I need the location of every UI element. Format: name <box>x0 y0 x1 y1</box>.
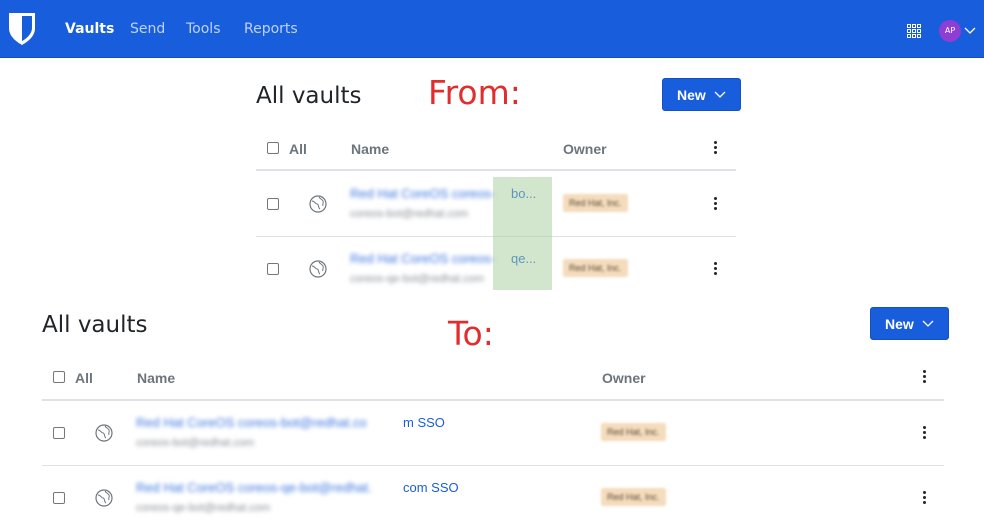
nav-tools[interactable]: Tools <box>186 21 221 37</box>
changed-text-highlight <box>493 177 552 290</box>
select-all-checkbox[interactable] <box>53 371 65 383</box>
column-header-owner: Owner <box>602 370 646 386</box>
header-divider <box>42 399 944 401</box>
item-name-blurred[interactable]: Red Hat CoreOS coreos- <box>350 186 495 201</box>
item-name-suffix[interactable]: m SSO <box>403 415 445 430</box>
column-header-name: Name <box>351 141 390 157</box>
chevron-down-icon[interactable] <box>964 27 976 35</box>
row-checkbox[interactable] <box>53 427 65 439</box>
page-title: All vaults <box>42 312 148 338</box>
item-subtitle: coreos-qe-bot@redhat.com <box>350 273 485 285</box>
user-avatar[interactable]: AP <box>939 20 961 42</box>
row-divider <box>42 465 944 466</box>
row-options-icon[interactable] <box>713 197 717 211</box>
top-navigation-bar: Vaults Send Tools Reports AP <box>0 0 984 58</box>
new-button[interactable]: New <box>870 307 949 340</box>
item-subtitle: coreos-qe-bot@redhat.com <box>136 502 271 514</box>
owner-badge: Red Hat, Inc. <box>601 488 666 506</box>
annotation-to: To: <box>448 314 494 353</box>
new-button[interactable]: New <box>662 78 741 111</box>
page-title: All vaults <box>256 83 362 109</box>
new-button-label: New <box>885 315 914 332</box>
row-options-icon[interactable] <box>922 491 926 505</box>
column-header-owner: Owner <box>563 141 607 157</box>
item-name-blurred[interactable]: Red Hat CoreOS coreos- <box>350 251 495 266</box>
column-options-icon[interactable] <box>922 370 926 384</box>
item-subtitle: coreos-bot@redhat.com <box>136 437 255 449</box>
column-header-name: Name <box>137 370 176 386</box>
item-subtitle: coreos-bot@redhat.com <box>350 208 469 220</box>
item-name-blurred[interactable]: Red Hat CoreOS coreos-bot@redhat.co <box>136 415 367 430</box>
row-checkbox[interactable] <box>53 492 65 504</box>
nav-vaults[interactable]: Vaults <box>65 21 114 37</box>
owner-badge: Red Hat, Inc. <box>563 194 628 212</box>
select-all-checkbox[interactable] <box>267 142 279 154</box>
globe-icon <box>309 195 327 213</box>
globe-icon <box>95 424 113 442</box>
row-checkbox[interactable] <box>267 263 279 275</box>
chevron-down-icon <box>922 320 934 327</box>
column-header-all: All <box>289 141 307 157</box>
product-switcher-icon[interactable] <box>907 24 921 38</box>
new-button-label: New <box>677 86 706 103</box>
row-checkbox[interactable] <box>267 198 279 210</box>
column-options-icon[interactable] <box>713 141 717 155</box>
header-divider <box>256 169 736 171</box>
row-options-icon[interactable] <box>713 262 717 276</box>
column-header-all: All <box>75 370 93 386</box>
owner-badge: Red Hat, Inc. <box>601 423 666 441</box>
bitwarden-shield-logo[interactable] <box>8 12 36 46</box>
chevron-down-icon <box>714 91 726 98</box>
row-options-icon[interactable] <box>922 426 926 440</box>
item-name-blurred[interactable]: Red Hat CoreOS coreos-qe-bot@redhat. <box>136 480 372 495</box>
annotation-from: From: <box>428 73 521 112</box>
owner-badge: Red Hat, Inc. <box>563 259 628 277</box>
nav-reports[interactable]: Reports <box>244 21 298 37</box>
globe-icon <box>309 260 327 278</box>
globe-icon <box>95 489 113 507</box>
nav-send[interactable]: Send <box>130 21 165 37</box>
item-name-suffix[interactable]: com SSO <box>403 480 459 495</box>
